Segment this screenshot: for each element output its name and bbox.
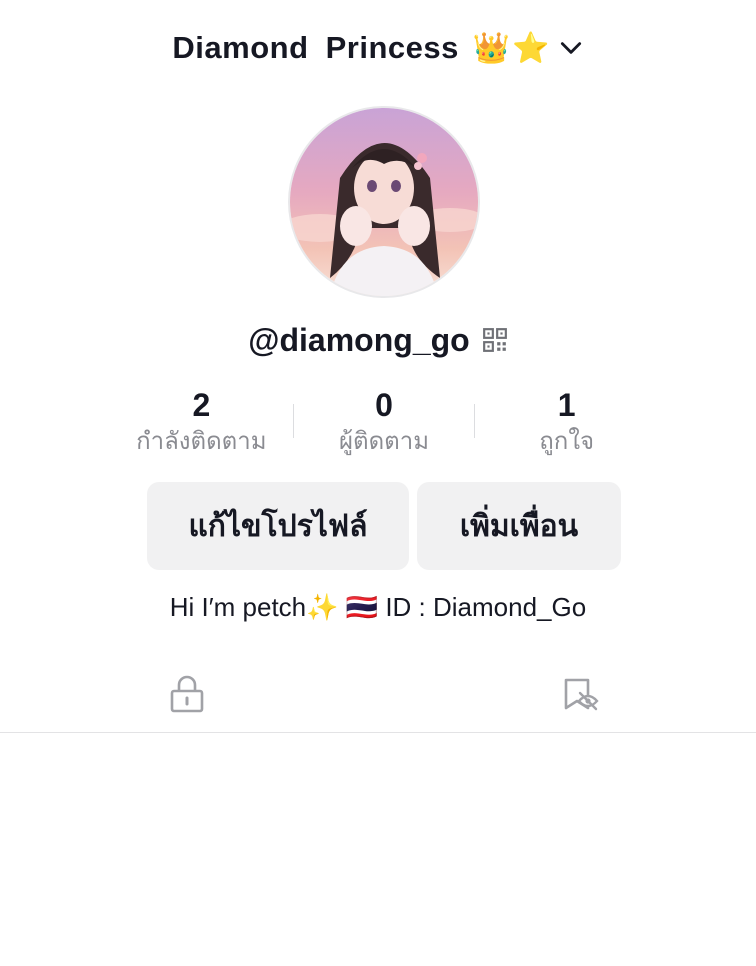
followers-label: ผู้ติดตาม bbox=[338, 428, 430, 455]
stat-likes[interactable]: 1 ถูกใจ bbox=[475, 386, 658, 462]
account-name: Diamond Princess bbox=[172, 30, 459, 65]
avatar[interactable] bbox=[288, 106, 480, 298]
hidden-likes-icon bbox=[564, 678, 599, 711]
avatar-image bbox=[290, 108, 478, 296]
username-row: @diamong_go bbox=[0, 318, 756, 362]
tab-divider bbox=[0, 732, 756, 733]
following-label: กำลังติดตาม bbox=[136, 428, 267, 455]
chevron-down-icon[interactable] bbox=[558, 35, 584, 61]
stat-following[interactable]: 2 กำลังติดตาม bbox=[110, 386, 293, 462]
stat-followers[interactable]: 0 ผู้ติดตาม bbox=[292, 386, 476, 462]
followers-count: 0 bbox=[375, 387, 393, 423]
add-friends-button[interactable]: เพิ่มเพื่อน bbox=[417, 482, 621, 570]
edit-profile-button[interactable]: แก้ไขโปรไฟล์ bbox=[147, 482, 409, 570]
lock-icon bbox=[170, 675, 204, 713]
tab-private-videos[interactable] bbox=[163, 672, 211, 716]
profile-stats: 2 กำลังติดตาม 0 ผู้ติดตาม 1 ถูกใจ bbox=[110, 386, 658, 462]
following-count: 2 bbox=[192, 387, 211, 423]
account-switcher[interactable]: Diamond Princess 👑⭐ bbox=[172, 30, 583, 66]
header: Diamond Princess 👑⭐ bbox=[0, 26, 756, 70]
likes-count: 1 bbox=[557, 387, 576, 423]
likes-label: ถูกใจ bbox=[539, 428, 595, 455]
tab-hidden-likes[interactable] bbox=[557, 672, 605, 716]
username: @diamong_go bbox=[248, 321, 470, 358]
stat-divider bbox=[292, 404, 294, 438]
account-emoji: 👑⭐ bbox=[472, 31, 552, 65]
bio: Hi I′m petch✨ 🇹🇭 ID : Diamond_Go bbox=[169, 592, 587, 622]
qr-code-icon[interactable] bbox=[482, 327, 508, 353]
